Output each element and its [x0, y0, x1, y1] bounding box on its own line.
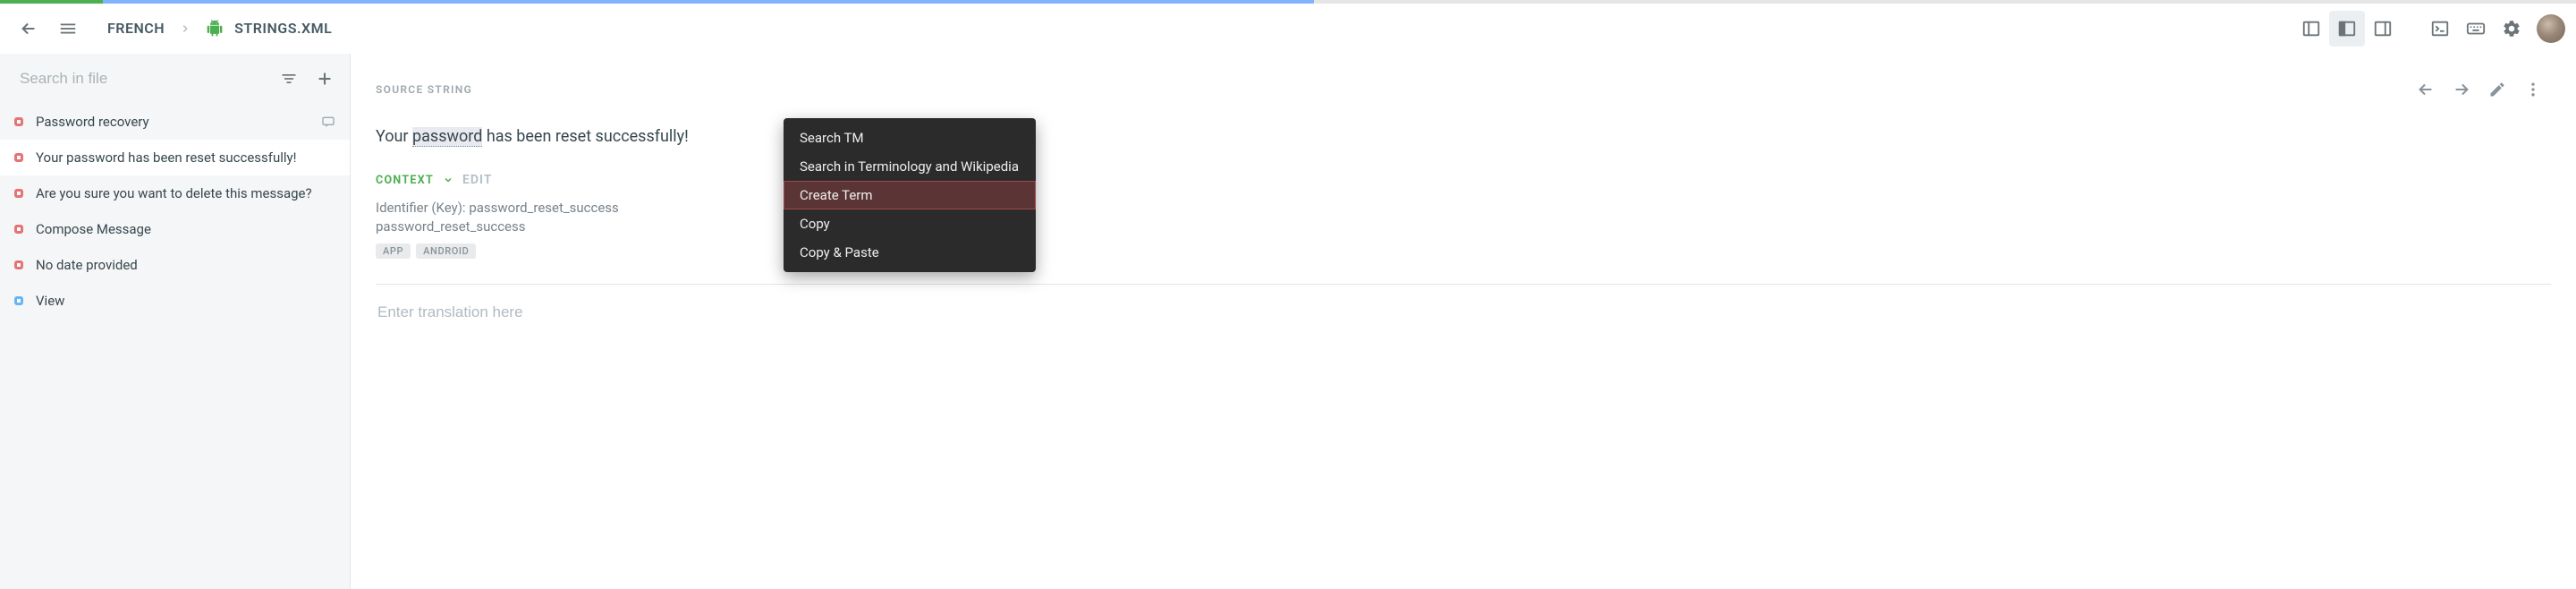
sidebar-item-label: No date provided	[36, 257, 138, 273]
status-dot	[14, 225, 23, 234]
highlighted-word[interactable]: password	[412, 127, 482, 147]
chevron-right-icon	[179, 22, 191, 35]
breadcrumb-file[interactable]: STRINGS.XML	[234, 20, 332, 37]
sidebar: Password recovery Your password has been …	[0, 54, 351, 589]
tags: APP ANDROID	[376, 243, 2551, 259]
progress-blue	[103, 0, 1314, 4]
console-icon[interactable]	[2422, 11, 2458, 47]
context-label: CONTEXT	[376, 174, 434, 187]
menu-item[interactable]: Search in Terminology and Wikipedia	[784, 152, 1036, 181]
add-icon[interactable]	[307, 61, 343, 97]
main-panel: SOURCE STRING Your password has been res…	[351, 54, 2576, 589]
layout-left-panel-icon[interactable]	[2293, 11, 2329, 47]
back-button[interactable]	[11, 11, 47, 47]
chevron-down-icon[interactable]	[443, 175, 453, 185]
source-string-text: Your password has been reset successfull…	[376, 127, 2551, 146]
menu-item[interactable]: Create Term	[784, 181, 1036, 209]
sidebar-item-label: Password recovery	[36, 114, 149, 130]
identifier-block: Identifier (Key): password_reset_success…	[376, 200, 2551, 235]
menu-item[interactable]: Copy & Paste	[784, 238, 1036, 267]
sidebar-item-label: View	[36, 293, 64, 309]
sidebar-item[interactable]: Compose Message	[0, 211, 350, 247]
source-string-label: SOURCE STRING	[376, 83, 472, 96]
more-icon[interactable]	[2515, 72, 2551, 107]
tag: APP	[376, 243, 411, 259]
status-dot	[14, 296, 23, 305]
edit-icon[interactable]	[2479, 72, 2515, 107]
avatar[interactable]	[2537, 14, 2565, 43]
sidebar-item-label: Your password has been reset successfull…	[36, 149, 297, 166]
gear-icon[interactable]	[2494, 11, 2529, 47]
sidebar-item-label: Compose Message	[36, 221, 151, 237]
sidebar-item[interactable]: Are you sure you want to delete this mes…	[0, 175, 350, 211]
breadcrumb-lang[interactable]: FRENCH	[107, 20, 165, 37]
progress-green	[0, 0, 103, 4]
layout-right-panel-icon[interactable]	[2365, 11, 2401, 47]
status-dot	[14, 260, 23, 269]
layout-both-icon[interactable]	[2329, 11, 2365, 47]
next-button[interactable]	[2444, 72, 2479, 107]
status-dot	[14, 153, 23, 162]
sidebar-item[interactable]: No date provided	[0, 247, 350, 283]
tag: ANDROID	[416, 243, 476, 259]
status-dot	[14, 117, 23, 126]
sidebar-search	[0, 54, 350, 104]
prev-button[interactable]	[2408, 72, 2444, 107]
search-input[interactable]	[18, 69, 271, 89]
context-menu: Search TMSearch in Terminology and Wikip…	[784, 118, 1036, 272]
comment-icon[interactable]	[321, 115, 335, 129]
sidebar-item[interactable]: Your password has been reset successfull…	[0, 140, 350, 175]
header: FRENCH STRINGS.XML	[0, 4, 2576, 54]
sidebar-item[interactable]: Password recovery	[0, 104, 350, 140]
menu-item[interactable]: Copy	[784, 209, 1036, 238]
keyboard-icon[interactable]	[2458, 11, 2494, 47]
sidebar-item-label: Are you sure you want to delete this mes…	[36, 185, 312, 201]
menu-item[interactable]: Search TM	[784, 124, 1036, 152]
translation-input[interactable]	[376, 303, 2551, 322]
filter-icon[interactable]	[271, 61, 307, 97]
android-icon	[206, 20, 224, 38]
context-edit-button[interactable]: EDIT	[462, 173, 492, 187]
menu-button[interactable]	[50, 11, 86, 47]
breadcrumb: FRENCH STRINGS.XML	[107, 20, 332, 38]
sidebar-item[interactable]: View	[0, 283, 350, 319]
status-dot	[14, 189, 23, 198]
